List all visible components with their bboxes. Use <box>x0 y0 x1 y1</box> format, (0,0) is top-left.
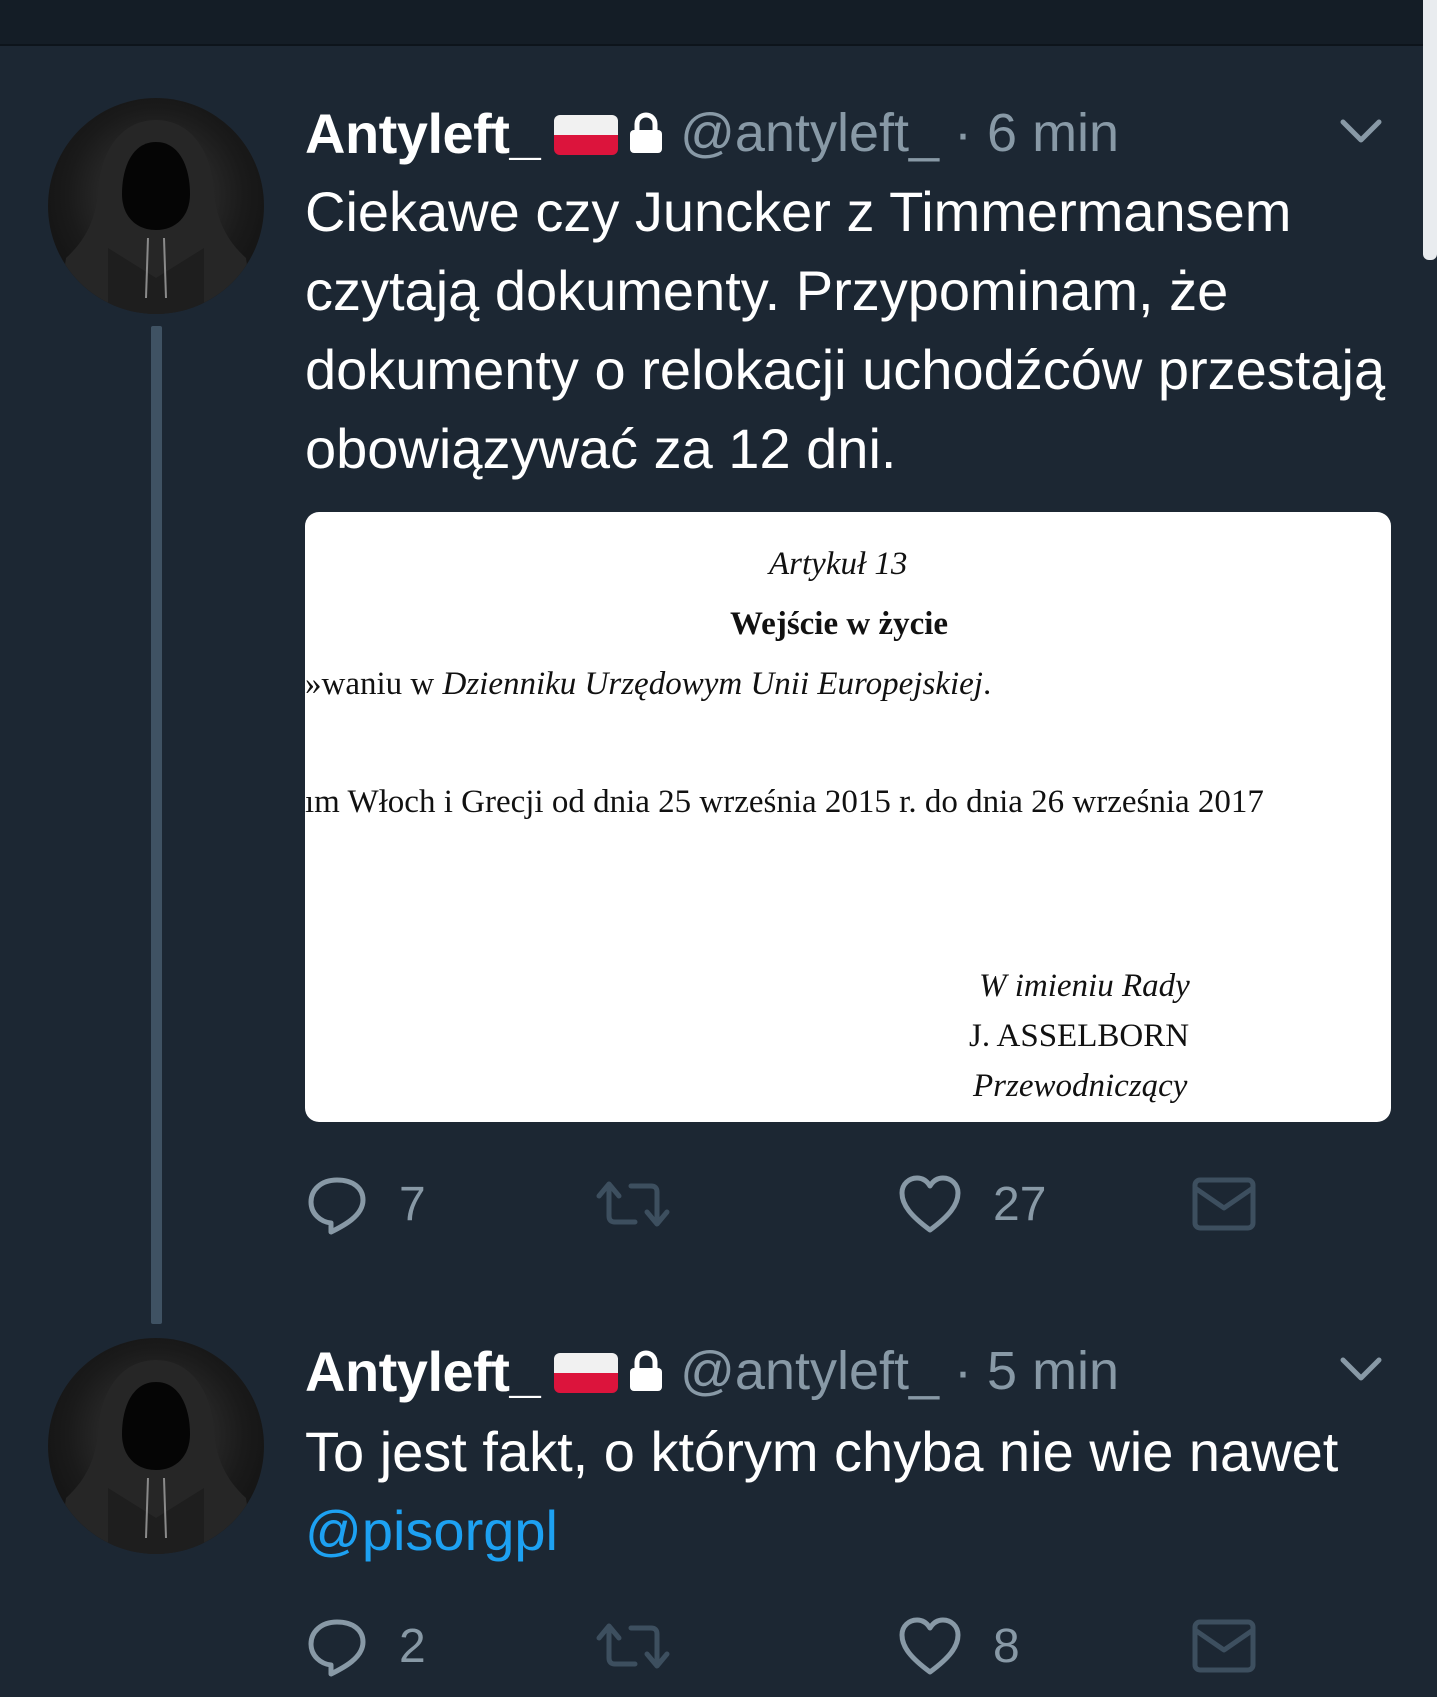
heart-icon <box>899 1617 961 1675</box>
retweet-button[interactable] <box>595 1164 671 1244</box>
mention-link[interactable]: @pisorgpl <box>305 1499 558 1562</box>
poland-flag-icon <box>554 1353 619 1393</box>
doc-line-2: ım Włoch i Grecji od dnia 25 września 20… <box>305 784 1264 820</box>
retweet-icon <box>596 1623 670 1669</box>
author-name[interactable]: Antyleft_ <box>305 1339 541 1404</box>
like-count: 27 <box>993 1177 1047 1231</box>
reply-count: 2 <box>399 1619 426 1673</box>
chevron-down-icon[interactable] <box>1339 116 1383 146</box>
tweet-header: Antyleft_ @antyleft_ · 5 min <box>305 1336 1119 1406</box>
chevron-down-icon[interactable] <box>1339 1354 1383 1384</box>
reply-button[interactable]: 7 <box>305 1164 426 1244</box>
handle-and-time[interactable]: @antyleft_ · 6 min <box>680 102 1119 164</box>
retweet-icon <box>596 1181 670 1227</box>
doc-sign-name: J. ASSELBORN <box>969 1018 1190 1054</box>
doc-line-1: »waniu w Dzienniku Urzędowym Unii Europe… <box>305 666 992 702</box>
envelope-icon <box>1192 1177 1256 1231</box>
message-button[interactable] <box>1191 1606 1257 1686</box>
tweet-actions: 2 8 <box>305 1606 1305 1686</box>
tweet-text: Ciekawe czy Juncker z Timmermansem czyta… <box>305 180 1386 480</box>
lock-icon <box>628 111 664 155</box>
reply-count: 7 <box>399 1177 426 1231</box>
lock-icon <box>628 1349 664 1393</box>
doc-sign-on-behalf: W imieniu Rady <box>979 968 1190 1004</box>
handle-and-time[interactable]: @antyleft_ · 5 min <box>680 1340 1119 1402</box>
reply-button[interactable]: 2 <box>305 1606 426 1686</box>
top-bar <box>0 0 1437 46</box>
doc-article-title: Artykuł 13 <box>769 546 908 582</box>
like-count: 8 <box>993 1619 1020 1673</box>
thread-line <box>151 326 162 1324</box>
like-button[interactable]: 27 <box>897 1164 1046 1244</box>
avatar[interactable] <box>48 1338 264 1554</box>
author-name[interactable]: Antyleft_ <box>305 101 541 166</box>
heart-icon <box>899 1175 961 1233</box>
poland-flag-icon <box>554 115 619 155</box>
reply-icon <box>308 1619 366 1677</box>
like-button[interactable]: 8 <box>897 1606 1020 1686</box>
avatar[interactable] <box>48 98 264 314</box>
tweet-header: Antyleft_ @antyleft_ · 6 min <box>305 98 1119 168</box>
envelope-icon <box>1192 1619 1256 1673</box>
tweet-actions: 7 27 <box>305 1164 1305 1244</box>
tweet-text: To jest fakt, o którym chyba nie wie naw… <box>305 1420 1339 1562</box>
retweet-button[interactable] <box>595 1606 671 1686</box>
scrollbar[interactable] <box>1423 0 1437 260</box>
doc-sign-role: Przewodniczący <box>973 1068 1188 1104</box>
message-button[interactable] <box>1191 1164 1257 1244</box>
attached-image[interactable]: Artykuł 13 Wejście w życie »waniu w Dzie… <box>305 512 1391 1122</box>
doc-article-heading: Wejście w życie <box>730 606 949 642</box>
reply-icon <box>308 1177 366 1235</box>
